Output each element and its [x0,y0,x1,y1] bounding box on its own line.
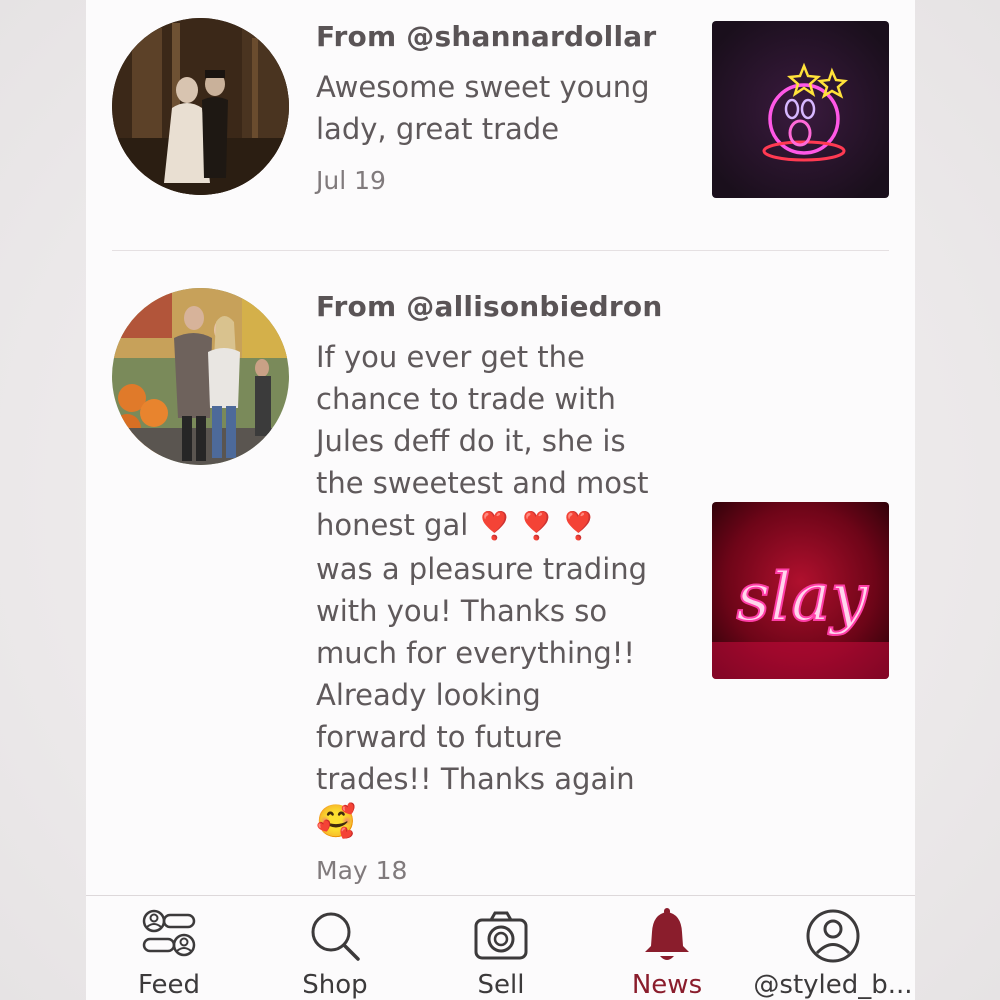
camera-icon [471,906,531,966]
review-message: If you ever get the chance to trade with… [316,336,696,842]
review-author[interactable]: From @allisonbiedron [316,290,662,323]
review-line: the sweetest and most [316,466,649,500]
review-line: was a pleasure trading [316,552,648,586]
avatar[interactable] [112,288,289,465]
tab-news-label: News [631,970,703,1000]
tab-news[interactable]: News [584,896,750,1000]
review-line: Awesome sweet young [316,70,650,104]
tab-shop-label: Shop [302,970,368,1000]
listing-thumbnail[interactable]: slay [712,502,889,679]
news-feed-screen: From @shannardollar Awesome sweet young … [86,0,915,1000]
search-icon [305,906,365,966]
tab-sell[interactable]: Sell [418,896,584,1000]
bell-icon [637,906,697,966]
review-line: with you! Thanks so [316,594,608,628]
tab-sell-label: Sell [477,970,525,1000]
listing-thumbnail[interactable] [712,21,889,198]
review-line-text: honest gal [316,508,469,542]
review-line: trades!! Thanks again [316,762,635,796]
thumb-neon-text: slay [736,559,868,636]
review-line: Jules deff do it, she is [316,424,626,458]
user-icon [803,906,863,966]
review-line: chance to trade with [316,382,616,416]
review-item: From @shannardollar Awesome sweet young … [86,0,915,250]
review-line: honest gal ❣️ ❣️ ❣️ [316,504,696,548]
review-line: lady, great trade [316,112,560,146]
review-item: From @allisonbiedron If you ever get the… [86,251,915,891]
tab-feed-label: Feed [137,970,201,1000]
tab-shop[interactable]: Shop [252,896,418,1000]
review-line: If you ever get the [316,340,585,374]
heart-exclamation-emoji: ❣️ ❣️ ❣️ [477,511,596,542]
review-date: Jul 19 [316,166,386,195]
review-message: Awesome sweet young lady, great trade [316,66,696,150]
smiling-hearts-emoji: 🥰 [316,802,356,840]
review-line: much for everything!! [316,636,636,670]
feed-people-icon [139,906,199,966]
review-line: Already looking [316,678,541,712]
review-line: forward to future [316,720,563,754]
review-author[interactable]: From @shannardollar [316,20,656,53]
bottom-tab-bar: Feed Shop Sell News @styled_b... [86,895,915,1000]
tab-profile[interactable]: @styled_b... [750,896,916,1000]
tab-feed[interactable]: Feed [86,896,252,1000]
review-date: May 18 [316,856,408,885]
tab-profile-label: @styled_b... [753,970,913,1000]
avatar[interactable] [112,18,289,195]
